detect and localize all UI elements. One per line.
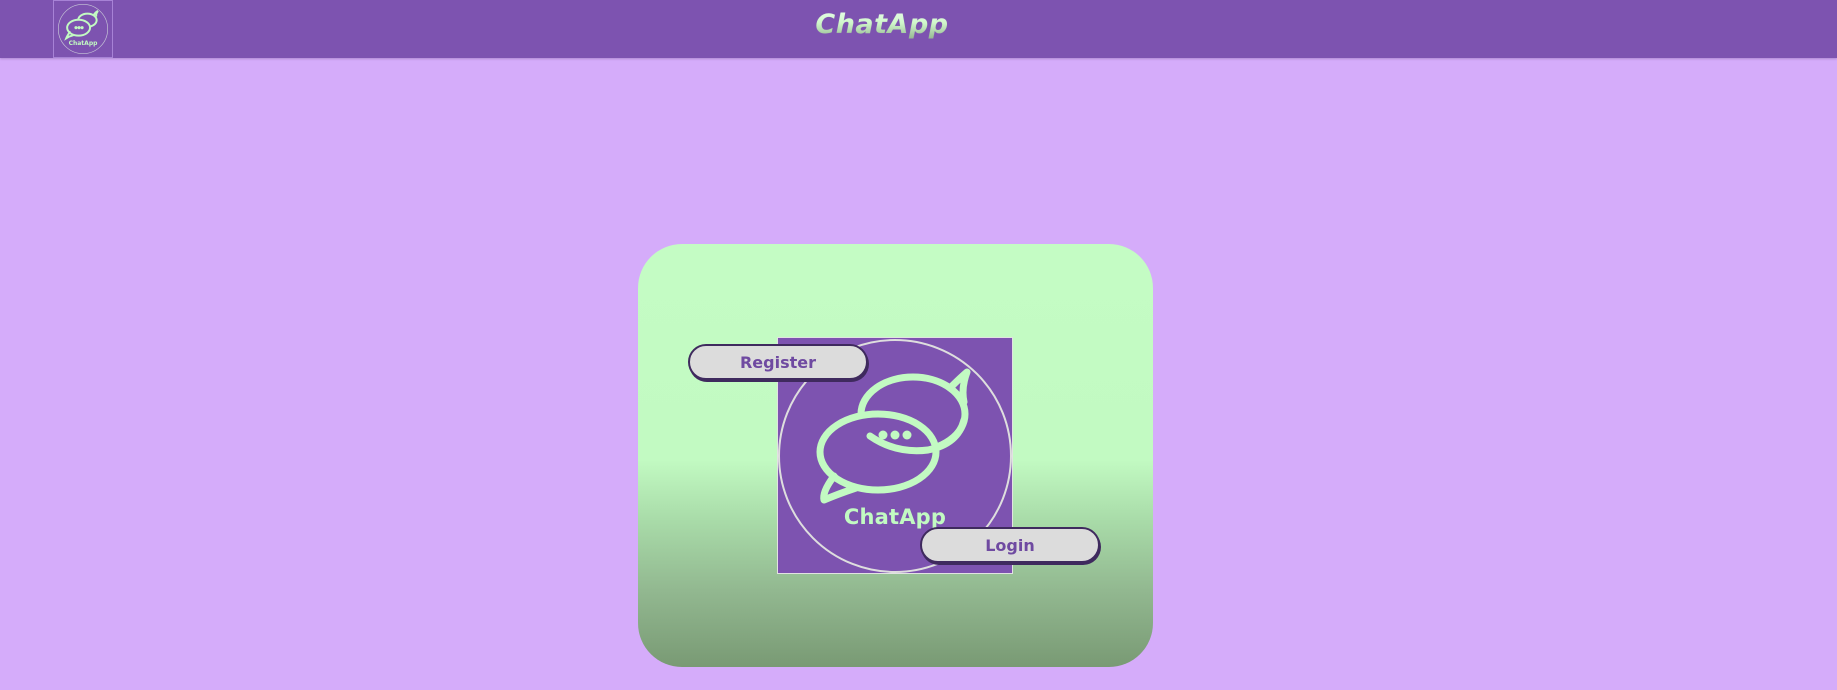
app-title: ChatApp: [0, 9, 1764, 40]
logo-label: ChatApp: [843, 505, 947, 529]
top-bar: ChatApp ChatApp: [0, 0, 1837, 58]
login-button[interactable]: Login: [920, 527, 1100, 563]
welcome-card: ChatApp Register Login: [638, 244, 1153, 667]
register-button[interactable]: Register: [688, 344, 868, 380]
header-logo-label: ChatApp: [68, 40, 98, 47]
